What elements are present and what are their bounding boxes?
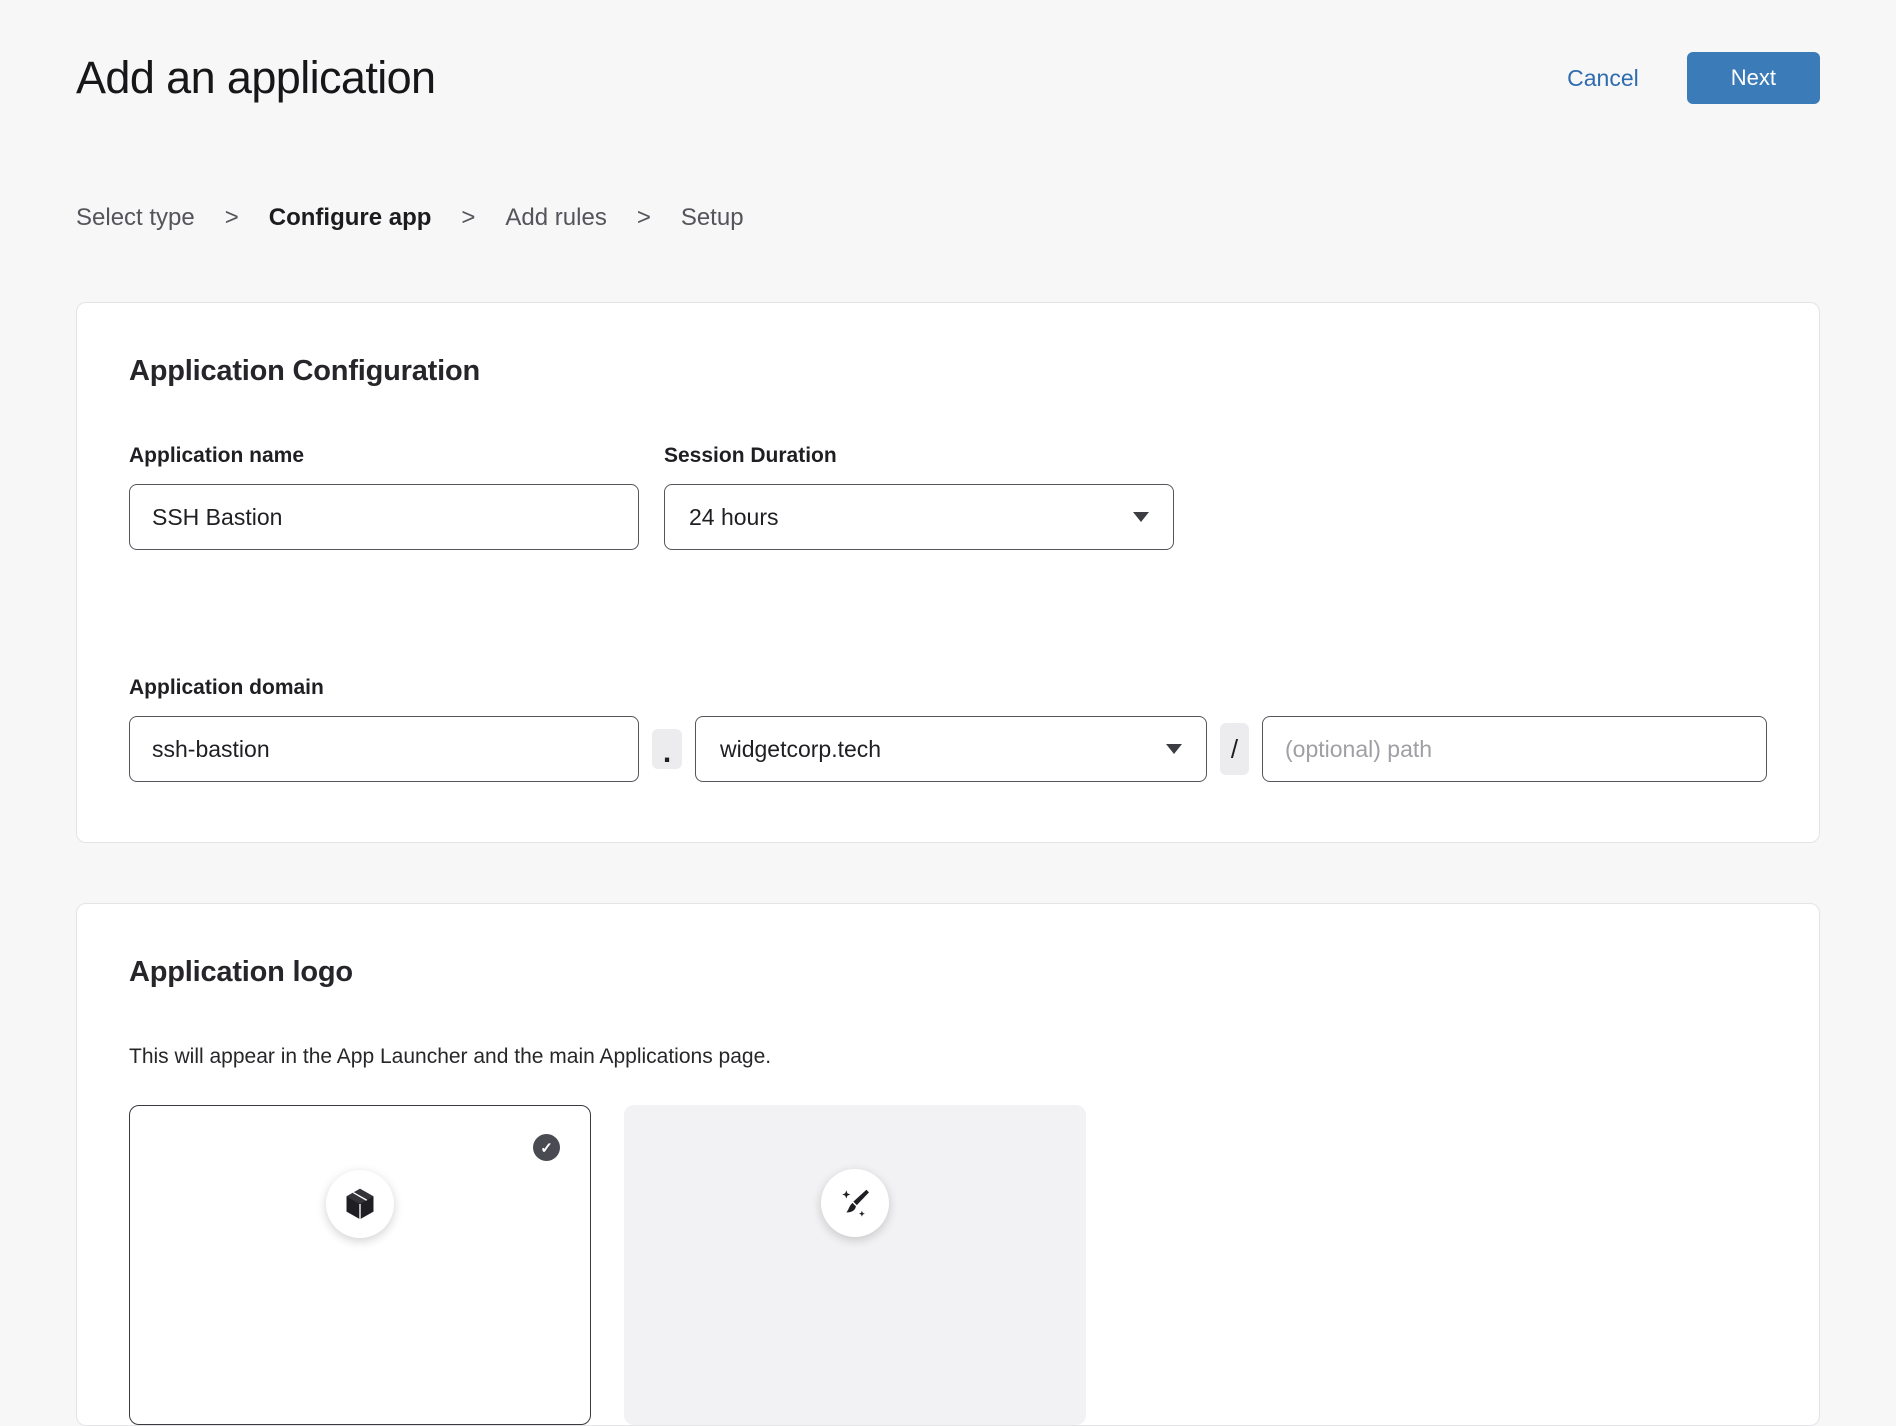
breadcrumb-step-add-rules[interactable]: Add rules xyxy=(505,204,606,232)
slash-separator: / xyxy=(1220,723,1249,775)
breadcrumb-separator: > xyxy=(637,204,651,232)
page-header: Add an application Cancel Next xyxy=(76,52,1820,104)
dot-separator: . xyxy=(652,729,682,769)
session-duration-value: 24 hours xyxy=(689,504,779,531)
subdomain-input[interactable] xyxy=(129,716,639,782)
chevron-down-icon xyxy=(1166,744,1182,754)
logo-description: This will appear in the App Launcher and… xyxy=(129,1045,1767,1069)
application-name-label: Application name xyxy=(129,444,639,468)
breadcrumb-separator: > xyxy=(461,204,475,232)
custom-logo-option[interactable] xyxy=(624,1105,1086,1425)
application-name-input[interactable] xyxy=(129,484,639,550)
breadcrumb-step-select-type[interactable]: Select type xyxy=(76,204,195,232)
add-application-page: Add an application Cancel Next Select ty… xyxy=(0,52,1896,1426)
page-title: Add an application xyxy=(76,52,435,104)
name-duration-row: Application name Session Duration 24 hou… xyxy=(129,444,1767,550)
paintbrush-icon xyxy=(821,1169,889,1237)
session-duration-field: Session Duration 24 hours xyxy=(664,444,1174,550)
cancel-button[interactable]: Cancel xyxy=(1567,65,1639,92)
application-name-field: Application name xyxy=(129,444,639,550)
session-duration-label: Session Duration xyxy=(664,444,1174,468)
check-icon: ✓ xyxy=(533,1134,560,1161)
application-domain-row: . widgetcorp.tech / xyxy=(129,716,1767,782)
header-actions: Cancel Next xyxy=(1567,52,1820,104)
domain-select-value: widgetcorp.tech xyxy=(720,736,881,763)
config-card-title: Application Configuration xyxy=(129,355,1767,388)
chevron-down-icon xyxy=(1133,512,1149,522)
domain-select[interactable]: widgetcorp.tech xyxy=(695,716,1207,782)
next-button[interactable]: Next xyxy=(1687,52,1820,104)
breadcrumb-step-setup[interactable]: Setup xyxy=(681,204,744,232)
session-duration-select[interactable]: 24 hours xyxy=(664,484,1174,550)
breadcrumb-step-configure-app[interactable]: Configure app xyxy=(269,204,432,232)
path-input[interactable] xyxy=(1262,716,1767,782)
default-logo-option[interactable]: ✓ xyxy=(129,1105,591,1425)
application-domain-label: Application domain xyxy=(129,676,1767,700)
breadcrumb: Select type > Configure app > Add rules … xyxy=(76,204,1820,232)
logo-card-title: Application logo xyxy=(129,956,1767,989)
breadcrumb-separator: > xyxy=(225,204,239,232)
application-logo-card: Application logo This will appear in the… xyxy=(76,903,1820,1426)
application-domain-field: Application domain . widgetcorp.tech / xyxy=(129,676,1767,782)
application-configuration-card: Application Configuration Application na… xyxy=(76,302,1820,843)
check-glyph: ✓ xyxy=(540,1139,553,1157)
logo-options: ✓ xyxy=(129,1105,1767,1425)
